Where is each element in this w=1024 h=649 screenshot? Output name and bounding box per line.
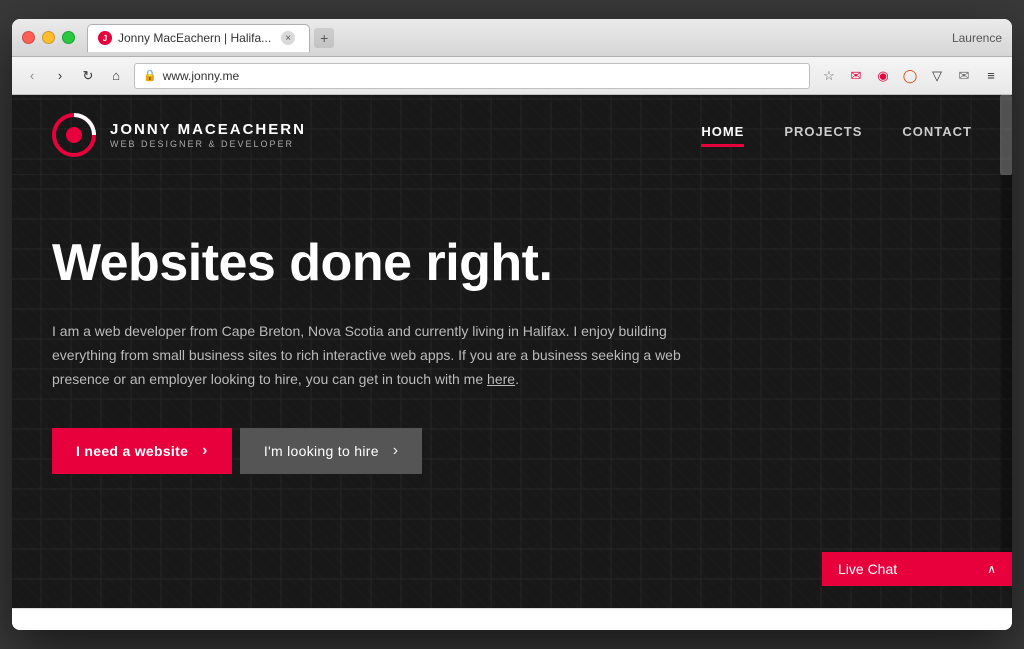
extension-icon-1[interactable]: ✉ [845,65,867,87]
live-chat-label: Live Chat [838,561,897,577]
btn-secondary-label: I'm looking to hire [264,443,379,459]
btn-secondary-chevron-icon: › [393,442,399,460]
home-button[interactable]: ⌂ [106,66,126,86]
extension-icon-5[interactable]: ✉ [953,65,975,87]
browser-titlebar: J Jonny MacEachern | Halifa... × + Laure… [12,19,1012,57]
hero-description: I am a web developer from Cape Breton, N… [52,320,732,391]
looking-to-hire-button[interactable]: I'm looking to hire › [240,428,423,474]
live-chat-widget[interactable]: Live Chat ∧ [822,552,1012,586]
hero-link[interactable]: here [487,371,515,387]
forward-button[interactable]: › [50,66,70,86]
scrollbar[interactable] [1000,95,1012,586]
extension-icon-3[interactable]: ◯ [899,65,921,87]
user-label: Laurence [952,31,1002,45]
browser-bottom-bar [12,608,1012,630]
tab-favicon-icon: J [98,31,112,45]
menu-icon[interactable]: ≡ [980,65,1002,87]
logo-name: JONNY MACEACHERN [110,121,306,138]
need-website-button[interactable]: I need a website › [52,428,232,474]
tab-bar: J Jonny MacEachern | Halifa... × + [87,24,952,52]
site-navigation: JONNY MACEACHERN WEB DESIGNER & DEVELOPE… [12,95,1012,175]
active-tab[interactable]: J Jonny MacEachern | Halifa... × [87,24,310,52]
extension-icon-4[interactable]: ▽ [926,65,948,87]
nav-links: HOME PROJECTS CONTACT [701,124,972,145]
toolbar-icons: ☆ ✉ ◉ ◯ ▽ ✉ ≡ [818,65,1002,87]
url-text: www.jonny.me [163,69,239,83]
browser-window: J Jonny MacEachern | Halifa... × + Laure… [12,19,1012,630]
close-button[interactable] [22,31,35,44]
address-bar[interactable]: 🔒 www.jonny.me [134,63,810,89]
minimize-button[interactable] [42,31,55,44]
refresh-button[interactable]: ↻ [78,66,98,86]
window-controls [22,31,75,44]
logo-svg [52,113,96,157]
nav-home[interactable]: HOME [701,124,744,145]
website-content: JONNY MACEACHERN WEB DESIGNER & DEVELOPE… [12,95,1012,608]
nav-projects[interactable]: PROJECTS [784,124,862,145]
logo-area: JONNY MACEACHERN WEB DESIGNER & DEVELOPE… [52,113,306,157]
maximize-button[interactable] [62,31,75,44]
btn-primary-chevron-icon: › [202,442,208,460]
btn-primary-label: I need a website [76,443,188,459]
logo-text: JONNY MACEACHERN WEB DESIGNER & DEVELOPE… [110,121,306,149]
logo-icon [52,113,96,157]
browser-toolbar: ‹ › ↻ ⌂ 🔒 www.jonny.me ☆ ✉ ◉ ◯ ▽ ✉ ≡ [12,57,1012,95]
back-button[interactable]: ‹ [22,66,42,86]
extension-icon-2[interactable]: ◉ [872,65,894,87]
hero-buttons: I need a website › I'm looking to hire › [52,428,972,474]
scrollbar-thumb[interactable] [1000,95,1012,175]
tab-close-icon[interactable]: × [281,31,295,45]
live-chat-chevron-icon: ∧ [987,562,996,576]
lock-icon: 🔒 [143,69,157,82]
bookmark-icon[interactable]: ☆ [818,65,840,87]
nav-contact[interactable]: CONTACT [902,124,972,145]
hero-title: Websites done right. [52,235,972,292]
logo-subtitle: WEB DESIGNER & DEVELOPER [110,139,306,149]
tab-title: Jonny MacEachern | Halifa... [118,31,271,45]
hero-section: Websites done right. I am a web develope… [12,175,1012,514]
new-tab-button[interactable]: + [314,28,334,48]
